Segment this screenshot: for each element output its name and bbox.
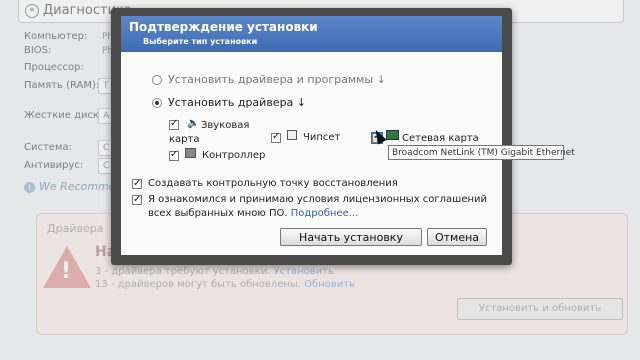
checkbox-chipset[interactable] [271, 131, 281, 143]
radio-install-drivers-button[interactable] [152, 97, 162, 108]
network-card-icon [386, 130, 399, 140]
license-text-wrap: Я ознакомился и принимаю условия лицензи… [148, 193, 487, 221]
chip-icon [287, 130, 297, 140]
dialog-title: Подтверждение установки [129, 20, 318, 34]
radio-install-all-label: Установить драйвера и программы ↓ [168, 73, 386, 86]
install-confirm-dialog: Подтверждение установки Выберите тип уст… [111, 8, 512, 265]
component-chipset-label: Чипсет [303, 132, 341, 143]
checkbox-restore-point[interactable] [132, 177, 142, 191]
component-controller-label: Контроллер [202, 150, 266, 161]
controller-icon [185, 148, 196, 158]
checkbox-controller[interactable] [169, 149, 179, 161]
license-details-link[interactable]: Подробнее... [291, 208, 359, 219]
component-network-label: Сетевая карта [402, 133, 479, 144]
restore-point-option[interactable]: Создавать контрольную точку восстановлен… [132, 177, 492, 191]
radio-install-drivers-label: Установить драйвера ↓ [168, 96, 307, 109]
license-option[interactable]: Я ознакомился и принимаю условия лицензи… [132, 193, 487, 221]
restore-point-label: Создавать контрольную точку восстановлен… [148, 178, 398, 189]
checkbox-license[interactable] [132, 193, 142, 207]
radio-install-all-button[interactable] [152, 74, 162, 85]
dialog-header: Подтверждение установки Выберите тип уст… [121, 16, 502, 52]
dialog-subtitle: Выберите тип установки [143, 37, 258, 46]
component-sound-label: Звуковая карта [169, 120, 250, 145]
radio-install-all[interactable]: Установить драйвера и программы ↓ [152, 73, 386, 86]
cancel-button[interactable]: Отмена [427, 228, 487, 246]
start-install-button[interactable]: Начать установку [280, 228, 422, 246]
network-card-tooltip: Broadcom NetLink (TM) Gigabit Ethernet [388, 145, 575, 160]
radio-install-drivers[interactable]: Установить драйвера ↓ [152, 96, 306, 109]
